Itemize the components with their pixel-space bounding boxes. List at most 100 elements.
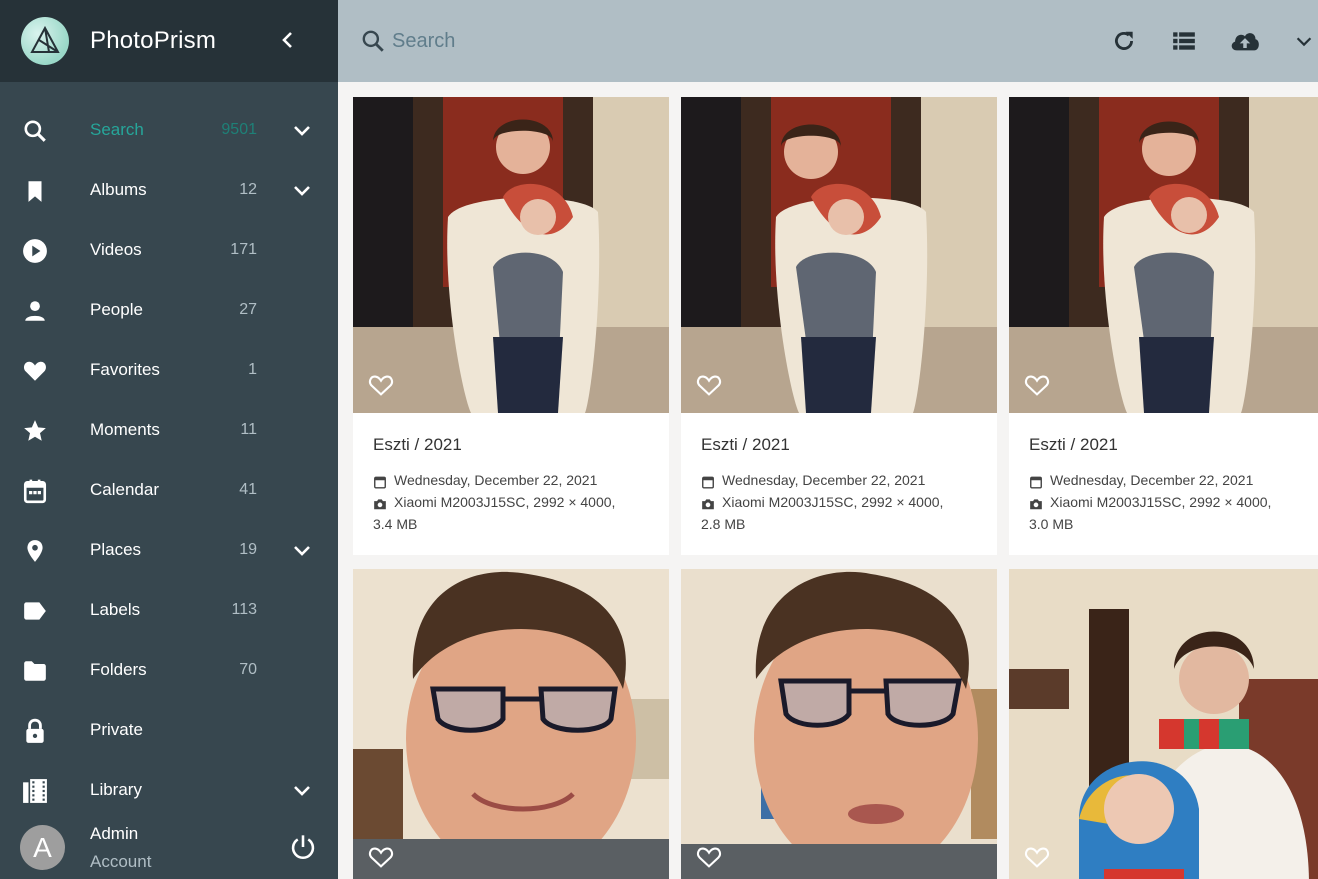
photo-camera: Xiaomi M2003J15SC, 2992 × 4000,	[722, 494, 944, 510]
photoprism-logo[interactable]	[21, 17, 69, 65]
chevron-down-icon[interactable]	[290, 178, 314, 202]
photo-size: 3.0 MB	[1029, 516, 1074, 532]
app-title: PhotoPrism	[90, 27, 217, 54]
photo-thumbnail[interactable]	[681, 569, 997, 879]
search-icon	[22, 118, 48, 144]
sidebar-item-albums[interactable]: Albums 12	[0, 160, 338, 220]
favorite-heart-icon[interactable]	[367, 371, 395, 399]
power-logout-icon[interactable]	[289, 833, 317, 861]
sidebar-item-label: Favorites	[90, 360, 160, 379]
calendar-icon	[373, 473, 387, 489]
chevron-down-icon[interactable]	[290, 118, 314, 142]
photo-meta: Wednesday, December 22, 2021 Xiaomi M200…	[1029, 469, 1271, 535]
account-section[interactable]: A Admin Account	[0, 815, 338, 879]
photo-thumbnail[interactable]	[1009, 97, 1318, 413]
person-icon	[22, 298, 48, 324]
sidebar-item-favorites[interactable]: Favorites 1	[0, 340, 338, 400]
sidebar: PhotoPrism Search 9501 Albums 12 Videos …	[0, 0, 338, 879]
calendar-icon	[1029, 473, 1043, 489]
play-circle-icon	[22, 238, 48, 264]
photo-card[interactable]	[1009, 569, 1318, 879]
photo-title[interactable]: Eszti / 2021	[1029, 435, 1118, 455]
sidebar-item-search[interactable]: Search 9501	[0, 100, 338, 160]
sidebar-item-count: 171	[230, 241, 257, 258]
sidebar-item-labels[interactable]: Labels 113	[0, 580, 338, 640]
place-pin-icon	[22, 538, 48, 564]
sidebar-item-label: Labels	[90, 600, 141, 619]
favorite-heart-icon[interactable]	[1023, 371, 1051, 399]
photo-camera: Xiaomi M2003J15SC, 2992 × 4000,	[1050, 494, 1272, 510]
star-icon	[22, 418, 48, 444]
sidebar-item-count: 19	[239, 541, 257, 558]
sidebar-item-moments[interactable]: Moments 11	[0, 400, 338, 460]
sidebar-item-videos[interactable]: Videos 171	[0, 220, 338, 280]
sidebar-item-label: Albums	[90, 180, 147, 199]
sidebar-item-label: Places	[90, 540, 142, 559]
sidebar-item-label: Private	[90, 720, 143, 739]
cloud-upload-icon[interactable]	[1228, 27, 1262, 55]
sidebar-item-count: 12	[239, 181, 257, 198]
photo-date: Wednesday, December 22, 2021	[394, 472, 598, 488]
sidebar-item-count: 11	[240, 421, 257, 438]
photo-title[interactable]: Eszti / 2021	[701, 435, 790, 455]
sidebar-item-library[interactable]: Library	[0, 760, 338, 820]
chevron-down-icon[interactable]	[290, 538, 314, 562]
chevron-down-icon[interactable]	[290, 778, 314, 802]
heart-icon	[22, 358, 48, 384]
search-input[interactable]	[392, 24, 892, 58]
sidebar-item-calendar[interactable]: Calendar 41	[0, 460, 338, 520]
photo-size: 3.4 MB	[373, 516, 418, 532]
sidebar-item-label: Moments	[90, 420, 160, 439]
calendar-icon	[701, 473, 715, 489]
collapse-sidebar-icon[interactable]	[276, 28, 300, 52]
photo-meta: Wednesday, December 22, 2021 Xiaomi M200…	[701, 469, 943, 535]
photo-card[interactable]: Eszti / 2021 Wednesday, December 22, 202…	[1009, 97, 1318, 555]
sidebar-item-label: Videos	[90, 240, 142, 259]
sidebar-item-private[interactable]: Private	[0, 700, 338, 760]
photo-card[interactable]: Eszti / 2021 Wednesday, December 22, 202…	[681, 97, 997, 555]
photo-thumbnail[interactable]	[353, 569, 669, 879]
photo-thumbnail[interactable]	[681, 97, 997, 413]
sidebar-item-folders[interactable]: Folders 70	[0, 640, 338, 700]
sidebar-item-places[interactable]: Places 19	[0, 520, 338, 580]
favorite-heart-icon[interactable]	[367, 843, 395, 871]
favorite-heart-icon[interactable]	[695, 371, 723, 399]
bookmark-icon	[22, 178, 48, 204]
library-film-icon	[22, 778, 48, 804]
brand-header: PhotoPrism	[0, 0, 338, 82]
search-icon[interactable]	[360, 28, 386, 54]
favorite-heart-icon[interactable]	[1023, 843, 1051, 871]
photo-date: Wednesday, December 22, 2021	[1050, 472, 1254, 488]
chevron-down-icon[interactable]	[1290, 27, 1318, 55]
list-view-icon[interactable]	[1170, 27, 1198, 55]
sidebar-item-count: 1	[248, 361, 257, 378]
sidebar-item-count: 70	[239, 661, 257, 678]
photo-card[interactable]	[353, 569, 669, 879]
avatar[interactable]: A	[20, 825, 65, 870]
sidebar-item-label: Calendar	[90, 480, 159, 499]
photo-thumbnail[interactable]	[353, 97, 669, 413]
sidebar-item-count: 27	[239, 301, 257, 318]
calendar-icon	[22, 478, 48, 504]
photo-title[interactable]: Eszti / 2021	[373, 435, 462, 455]
refresh-icon[interactable]	[1110, 27, 1138, 55]
photo-meta: Wednesday, December 22, 2021 Xiaomi M200…	[373, 469, 615, 535]
photo-card[interactable]	[681, 569, 997, 879]
sidebar-item-count: 9501	[221, 121, 257, 138]
photo-card[interactable]: Eszti / 2021 Wednesday, December 22, 202…	[353, 97, 669, 555]
sidebar-nav: Search 9501 Albums 12 Videos 171 People …	[0, 100, 338, 820]
lock-icon	[22, 718, 48, 744]
photo-size: 2.8 MB	[701, 516, 746, 532]
photo-camera: Xiaomi M2003J15SC, 2992 × 4000,	[394, 494, 616, 510]
photo-thumbnail[interactable]	[1009, 569, 1318, 879]
sidebar-item-count: 113	[231, 601, 257, 618]
sidebar-item-count: 41	[239, 481, 257, 498]
favorite-heart-icon[interactable]	[695, 843, 723, 871]
camera-icon	[373, 495, 387, 510]
folder-icon	[22, 658, 48, 684]
account-name: Admin	[90, 824, 139, 843]
sidebar-item-label: People	[90, 300, 143, 319]
camera-icon	[701, 495, 715, 510]
label-tag-icon	[22, 598, 48, 624]
sidebar-item-people[interactable]: People 27	[0, 280, 338, 340]
